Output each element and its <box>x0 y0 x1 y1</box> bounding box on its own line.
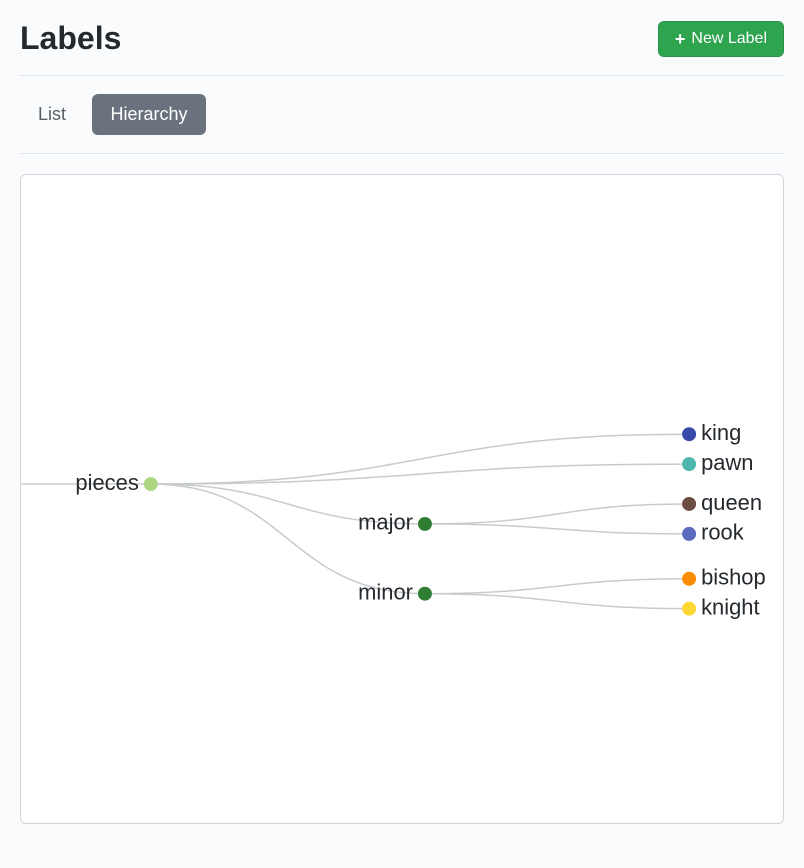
tree-node-dot <box>682 527 696 541</box>
tree-node-label: bishop <box>701 565 766 590</box>
tree-node-dot <box>682 457 696 471</box>
tree-node-dot <box>682 572 696 586</box>
page-title: Labels <box>20 20 121 57</box>
tree-node-dot <box>418 587 432 601</box>
tree-link <box>425 594 689 609</box>
tree-link <box>151 464 689 484</box>
labels-page: Labels + New Label List Hierarchy pieces… <box>0 0 804 868</box>
plus-icon: + <box>675 30 686 48</box>
tab-hierarchy[interactable]: Hierarchy <box>92 94 205 135</box>
page-header: Labels + New Label <box>20 0 784 76</box>
tree-node-label: rook <box>701 520 744 545</box>
tree-node-king[interactable]: king <box>682 420 741 445</box>
tree-link <box>425 579 689 594</box>
tree-node-knight[interactable]: knight <box>682 594 759 619</box>
tree-node-minor[interactable]: minor <box>358 580 432 605</box>
tree-node-rook[interactable]: rook <box>682 520 744 545</box>
new-label-button-text: New Label <box>691 30 767 48</box>
tree-node-dot <box>682 602 696 616</box>
tree-node-label: queen <box>701 490 762 515</box>
tree-node-dot <box>682 497 696 511</box>
tab-list[interactable]: List <box>20 94 84 135</box>
tree-link <box>151 434 689 484</box>
tree-node-dot <box>682 427 696 441</box>
new-label-button[interactable]: + New Label <box>658 21 784 57</box>
tree-link <box>425 504 689 524</box>
tree-node-dot <box>418 517 432 531</box>
tree-node-bishop[interactable]: bishop <box>682 565 766 590</box>
tree-node-label: major <box>358 510 413 535</box>
tree-node-label: pawn <box>701 450 753 475</box>
tree-node-label: king <box>701 420 741 445</box>
tree-node-queen[interactable]: queen <box>682 490 762 515</box>
tree-node-dot <box>144 477 158 491</box>
tree-node-pawn[interactable]: pawn <box>682 450 753 475</box>
tree-link <box>425 524 689 534</box>
tree-node-major[interactable]: major <box>358 510 432 535</box>
tree-node-label: minor <box>358 580 413 605</box>
view-tabs: List Hierarchy <box>20 76 784 154</box>
hierarchy-tree-svg: pieces king pawn major queen rook minor bishop k… <box>21 175 783 823</box>
tree-node-label: pieces <box>75 470 138 495</box>
tree-link <box>151 484 425 594</box>
tree-node-label: knight <box>701 594 760 619</box>
tree-node-pieces[interactable]: pieces <box>75 470 157 495</box>
hierarchy-canvas[interactable]: pieces king pawn major queen rook minor bishop k… <box>20 174 784 824</box>
